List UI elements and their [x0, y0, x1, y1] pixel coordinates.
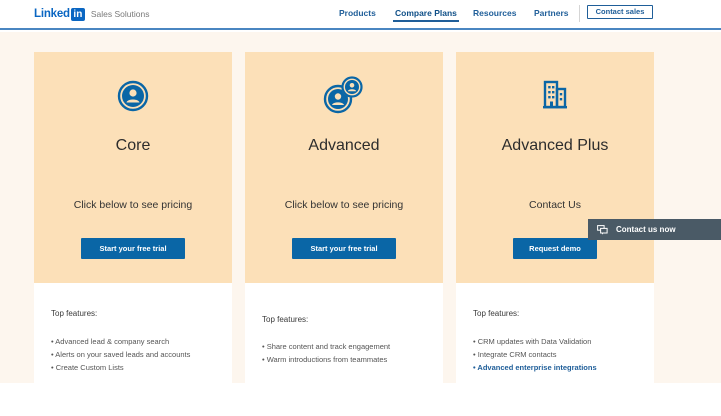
- feature-list: • Advanced lead & company search • Alert…: [51, 335, 190, 374]
- plan-card-advanced-plus: Advanced Plus Contact Us Request demo To…: [456, 52, 654, 383]
- nav-products[interactable]: Products: [339, 8, 376, 18]
- linkedin-logo[interactable]: Linked in Sales Solutions: [34, 7, 149, 21]
- chat-bubble-icon: [597, 224, 608, 235]
- list-item: • Alerts on your saved leads and account…: [51, 350, 191, 359]
- plan-card-header: Core Click below to see pricing Start yo…: [34, 52, 232, 283]
- plan-features: Top features: • Share content and track …: [245, 283, 443, 383]
- plan-card-header: Advanced Click below to see pricing Star…: [245, 52, 443, 283]
- plan-pricing-text: Click below to see pricing: [284, 199, 404, 211]
- nav-separator: [579, 5, 580, 22]
- plan-card-advanced: Advanced Click below to see pricing Star…: [245, 52, 443, 383]
- plan-pricing-text: Contact Us: [529, 199, 581, 211]
- features-title: Top features:: [473, 309, 520, 318]
- feature-list: • CRM updates with Data Validation • Int…: [473, 335, 597, 374]
- list-item: • CRM updates with Data Validation: [473, 337, 592, 346]
- list-item: • Integrate CRM contacts: [473, 350, 557, 359]
- feature-list: • Share content and track engagement • W…: [262, 340, 390, 366]
- contact-sales-button[interactable]: Contact sales: [587, 5, 653, 19]
- contact-us-now-label: Contact us now: [616, 225, 676, 234]
- two-people-icon: [323, 76, 365, 119]
- contact-us-now-button[interactable]: Contact us now: [588, 219, 721, 240]
- plan-features: Top features: • CRM updates with Data Va…: [456, 283, 654, 383]
- plans-section: Core Click below to see pricing Start yo…: [0, 32, 721, 383]
- nav-compare-plans[interactable]: Compare Plans: [395, 8, 457, 18]
- single-person-icon: [117, 80, 149, 117]
- nav-partners[interactable]: Partners: [534, 8, 569, 18]
- list-item: • Advanced lead & company search: [51, 337, 170, 346]
- logo-in-badge: in: [70, 7, 85, 21]
- plan-features: Top features: • Advanced lead & company …: [34, 283, 232, 383]
- start-free-trial-button[interactable]: Start your free trial: [81, 238, 185, 259]
- building-icon: [542, 80, 568, 115]
- list-item: • Create Custom Lists: [51, 363, 124, 372]
- site-header: Linked in Sales Solutions Products Compa…: [0, 0, 721, 30]
- plan-card-header: Advanced Plus Contact Us Request demo: [456, 52, 654, 283]
- features-title: Top features:: [51, 309, 98, 318]
- logo-subtitle: Sales Solutions: [90, 9, 150, 19]
- plan-name: Advanced: [308, 137, 380, 154]
- start-free-trial-button[interactable]: Start your free trial: [292, 238, 396, 259]
- list-item: • Warm introductions from teammates: [262, 355, 388, 364]
- plan-name: Core: [115, 137, 151, 154]
- request-demo-button[interactable]: Request demo: [513, 238, 597, 259]
- nav-resources[interactable]: Resources: [473, 8, 516, 18]
- nav-active-underline: [393, 20, 459, 22]
- plan-name: Advanced Plus: [501, 137, 609, 154]
- features-title: Top features:: [262, 315, 309, 324]
- advanced-enterprise-integrations-link[interactable]: • Advanced enterprise integrations: [473, 361, 597, 374]
- logo-wordmark: Linked: [34, 8, 70, 20]
- list-item: • Share content and track engagement: [262, 342, 391, 351]
- plan-pricing-text: Click below to see pricing: [73, 199, 193, 211]
- plan-card-core: Core Click below to see pricing Start yo…: [34, 52, 232, 383]
